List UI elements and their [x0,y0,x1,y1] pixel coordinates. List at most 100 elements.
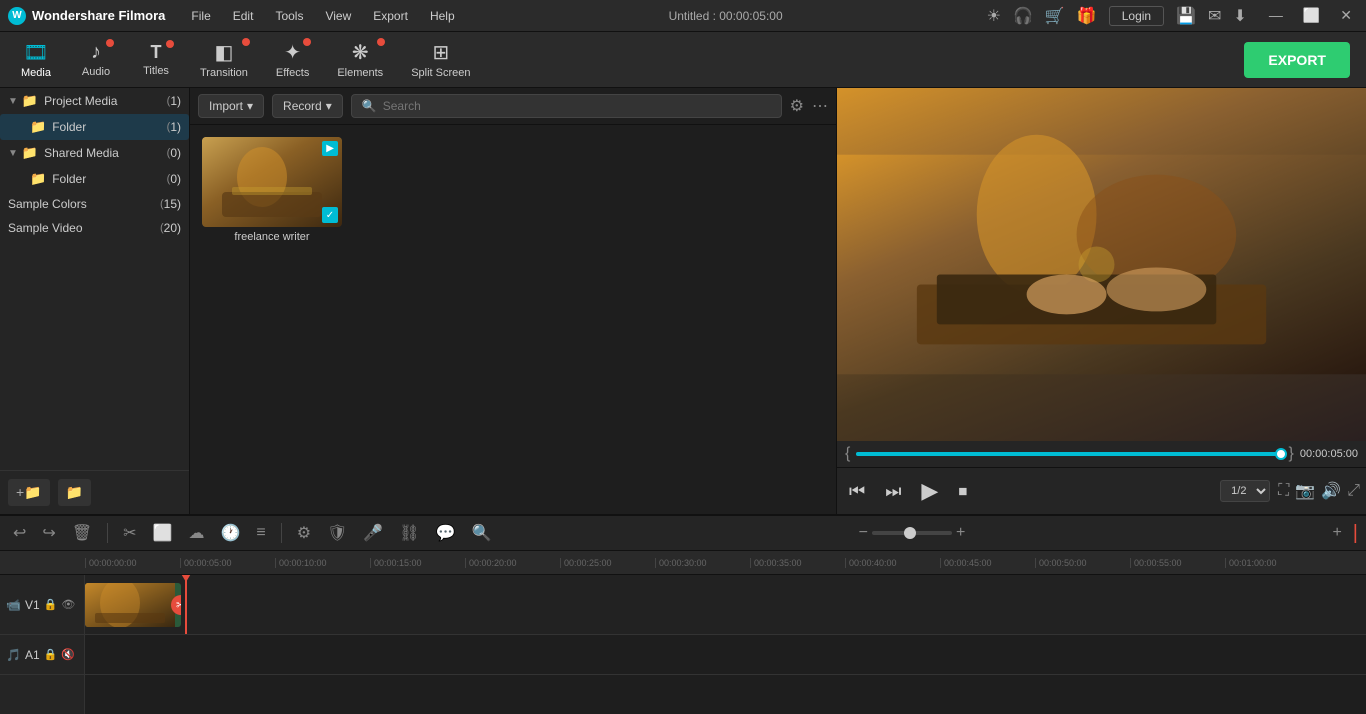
mail-icon[interactable]: ✉ [1208,6,1221,26]
fullscreen-button[interactable]: ⛶ [1278,481,1289,501]
cloud-button[interactable]: ☁ [183,520,209,546]
shield-button[interactable]: 🛡 [322,520,352,546]
speed-button[interactable]: 🕐 [215,520,245,546]
timeline-toolbar: ↩ ↪ 🗑 ✂ ⬜ ☁ 🕐 ≡ ⚙ 🛡 🎤 ⛓ 💬 🔍 − + + | [0,516,1366,551]
maximize-button[interactable]: ⬜ [1297,5,1326,26]
mic-button[interactable]: 🎤 [358,520,388,546]
settings-button[interactable]: ⚙ [292,520,316,546]
zoom-thumb[interactable] [904,527,916,539]
out-point-marker[interactable]: } [1289,445,1294,463]
undo-button[interactable]: ↩ [8,520,31,546]
project-media-section[interactable]: ▼ 📁 Project Media (1) [0,88,189,114]
app-logo-icon: W [8,7,26,25]
zoom-out-button[interactable]: − [859,524,868,542]
audio-lock-icon[interactable]: 🔒 [44,648,58,661]
shared-media-folder[interactable]: 📁 Folder (0) [0,166,189,192]
login-button[interactable]: Login [1109,6,1164,26]
media-label: Media [21,67,51,79]
new-folder-button[interactable]: 📁 [58,479,91,506]
ratio-select[interactable]: 1/2 [1220,480,1270,502]
sample-colors-item[interactable]: Sample Colors (15) [0,192,189,216]
zoom-in-button[interactable]: + [956,524,965,542]
save-icon[interactable]: 💾 [1176,6,1196,26]
record-button[interactable]: Record ▾ [272,94,343,118]
track-content: freelance write... ✂ [85,575,1366,714]
redo-button[interactable]: ↪ [37,520,60,546]
toolbar-titles[interactable]: T Titles [128,36,184,83]
sample-video-item[interactable]: Sample Video (20) [0,216,189,240]
export-button[interactable]: EXPORT [1244,42,1350,78]
toolbar-splitscreen[interactable]: ⊞ Split Screen [399,34,482,85]
download-icon[interactable]: ⬇ [1233,6,1246,26]
expand-button[interactable]: ⤢ [1347,481,1360,501]
toolbar: 🎞 Media ♪ Audio T Titles ◧ Transition ✦ … [0,32,1366,88]
menu-items: File Edit Tools View Export Help [181,5,464,27]
video-clip[interactable]: freelance write... ✂ [85,583,181,627]
project-media-folder[interactable]: 📁 Folder (1) [0,114,189,140]
close-button[interactable]: ✕ [1334,5,1358,26]
subtitle-button[interactable]: 💬 [431,520,461,546]
zoom-slider[interactable] [872,531,952,535]
subfolder-icon: 📁 [30,119,46,135]
timeline-ruler: 00:00:00:00 00:00:05:00 00:00:10:00 00:0… [0,551,1366,575]
filter-button[interactable]: ⚙ [790,96,804,116]
snapshot-button[interactable]: 📷 [1295,481,1315,501]
search-input[interactable] [383,99,771,113]
import-button[interactable]: Import ▾ [198,94,264,118]
audio-track-label: 🎵 A1 🔒 🔇 [0,635,84,675]
audio-track-name: A1 [25,648,40,662]
detach-button[interactable]: ⛓ [394,520,424,546]
add-track-button[interactable]: + [1327,521,1346,545]
crop-button[interactable]: ⬜ [148,520,178,546]
preview-extra-buttons: ⛶ 📷 🔊 ⤢ [1278,481,1360,501]
step-back-button[interactable]: ⏭ [879,477,907,506]
ruler-mark-12: 00:01:00:00 [1225,558,1320,568]
menu-tools[interactable]: Tools [265,5,313,27]
add-media-button[interactable]: +📁 [8,479,50,506]
menu-bar: W Wondershare Filmora File Edit Tools Vi… [0,0,1366,32]
titles-icon: T [151,42,162,63]
prev-frame-button[interactable]: ⏮ [843,477,871,506]
delete-button[interactable]: 🗑 [67,520,97,546]
time-display: 00:00:05:00 [1300,448,1358,460]
preview-image [837,88,1366,441]
toolbar-transition[interactable]: ◧ Transition [188,34,260,85]
search-box[interactable]: 🔍 [351,94,782,118]
menu-export[interactable]: Export [363,5,418,27]
cart-icon[interactable]: 🛒 [1045,6,1065,26]
record-arrow: ▾ [326,99,332,113]
cut-button[interactable]: ✂ [118,520,141,546]
toolbar-separator-2 [281,523,282,543]
media-item-freelance-writer[interactable]: ▶ ✓ freelance writer [202,137,342,502]
eye-icon[interactable]: 👁 [61,598,75,611]
stop-button[interactable]: ⏹ [952,477,973,506]
search-icon: 🔍 [362,99,377,113]
menu-file[interactable]: File [181,5,220,27]
adjust-button[interactable]: ≡ [251,521,270,545]
menu-edit[interactable]: Edit [223,5,264,27]
menu-help[interactable]: Help [420,5,465,27]
audio-track-icon: 🎵 [6,648,21,662]
toolbar-audio[interactable]: ♪ Audio [68,35,124,84]
lock-icon[interactable]: 🔒 [44,598,58,611]
media-item-label: freelance writer [234,231,309,243]
grid-view-button[interactable]: ⋯ [812,96,828,116]
shared-media-section[interactable]: ▼ 📁 Shared Media (0) [0,140,189,166]
sun-icon[interactable]: ☀ [987,6,1001,26]
toolbar-effects[interactable]: ✦ Effects [264,34,321,85]
audio-mute-icon[interactable]: 🔇 [61,648,75,661]
play-button[interactable]: ▶ [915,474,944,508]
playhead[interactable] [185,575,187,634]
headphone-icon[interactable]: 🎧 [1013,6,1033,26]
toolbar-media[interactable]: 🎞 Media [8,34,64,85]
audio-button[interactable]: 🔊 [1321,481,1341,501]
zoom-in-tl-button[interactable]: 🔍 [467,520,497,546]
minimize-button[interactable]: — [1263,5,1289,26]
ruler-labels: 00:00:00:00 00:00:05:00 00:00:10:00 00:0… [0,558,1366,568]
progress-bar[interactable] [856,452,1282,456]
in-point-marker[interactable]: { [845,445,850,463]
split-playhead-button[interactable]: | [1353,522,1358,545]
toolbar-elements[interactable]: ❋ Elements [325,34,395,85]
gift-icon[interactable]: 🎁 [1077,6,1097,26]
menu-view[interactable]: View [315,5,361,27]
